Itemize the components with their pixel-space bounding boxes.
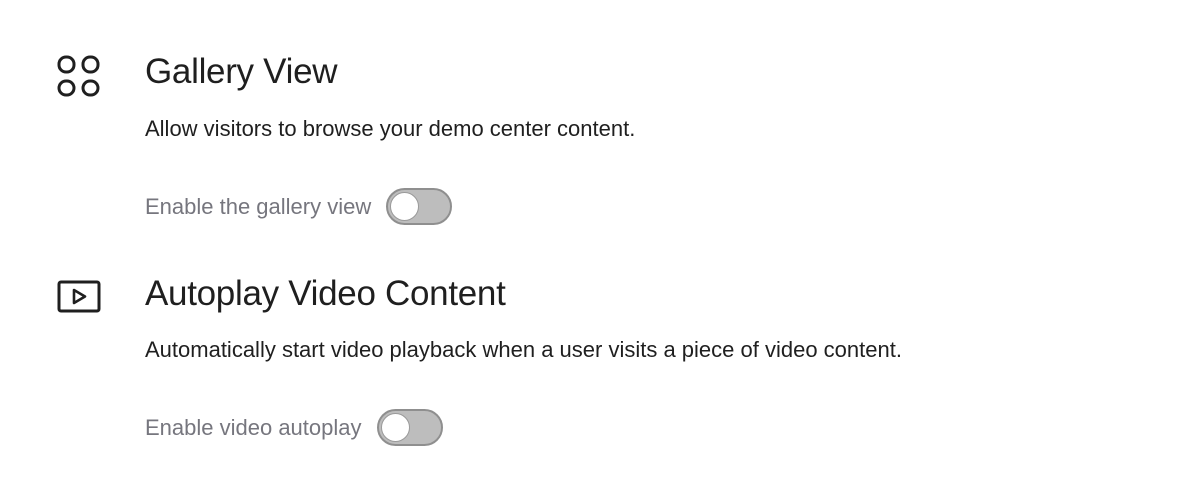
autoplay-video-description: Automatically start video playback when … bbox=[145, 337, 902, 362]
autoplay-toggle-row: Enable video autoplay bbox=[145, 409, 443, 446]
gallery-toggle-row: Enable the gallery view bbox=[145, 188, 453, 225]
toggle-knob bbox=[390, 192, 420, 221]
toggle-knob bbox=[380, 413, 410, 442]
grid-icon bbox=[57, 55, 101, 104]
gallery-view-description: Allow visitors to browse your demo cente… bbox=[145, 116, 636, 141]
autoplay-video-title: Autoplay Video Content bbox=[145, 274, 506, 313]
video-autoplay-toggle[interactable] bbox=[376, 409, 443, 446]
video-play-icon bbox=[57, 280, 101, 319]
gallery-view-toggle[interactable] bbox=[386, 188, 453, 225]
autoplay-toggle-label: Enable video autoplay bbox=[145, 414, 362, 440]
gallery-view-title: Gallery View bbox=[145, 52, 338, 91]
gallery-toggle-label: Enable the gallery view bbox=[145, 193, 372, 219]
